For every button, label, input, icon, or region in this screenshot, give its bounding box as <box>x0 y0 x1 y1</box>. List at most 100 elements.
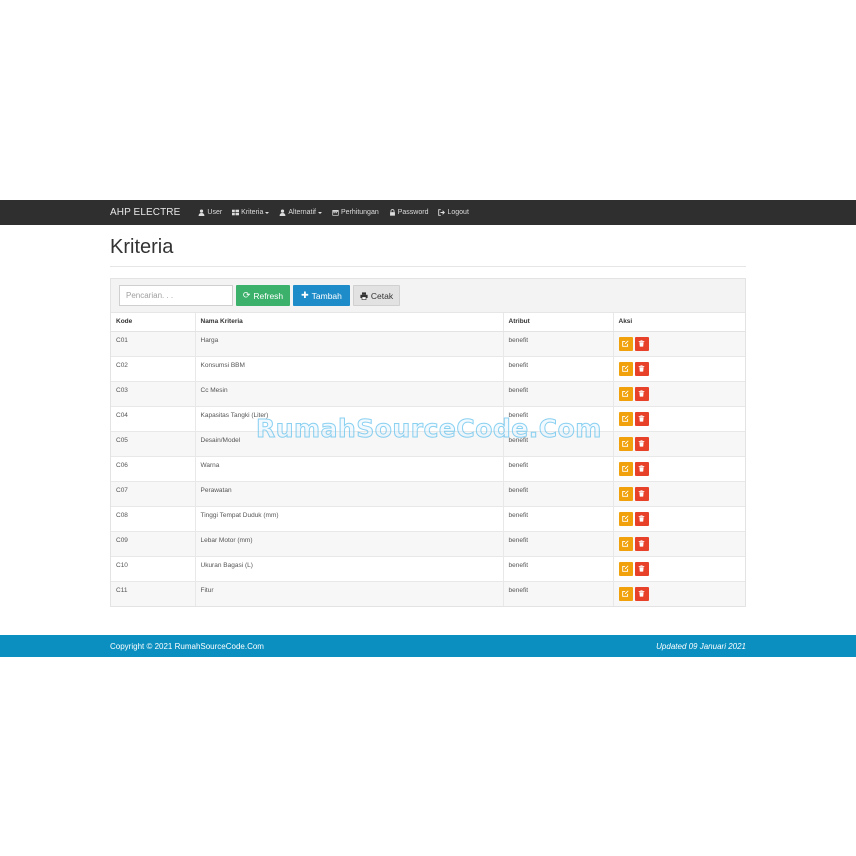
delete-button[interactable] <box>634 536 649 551</box>
cell-aksi <box>612 405 745 431</box>
table-row: C03 Cc Mesin benefit <box>111 380 745 406</box>
edit-icon <box>622 340 629 347</box>
title-divider <box>110 266 746 267</box>
cell-kode: C03 <box>111 380 195 406</box>
edit-icon <box>622 540 629 547</box>
trash-icon <box>638 465 645 472</box>
trash-icon <box>638 365 645 372</box>
edit-button[interactable] <box>618 361 633 376</box>
edit-button[interactable] <box>618 386 633 401</box>
cell-aksi <box>612 580 745 606</box>
cell-kode: C08 <box>111 505 195 531</box>
delete-button[interactable] <box>634 586 649 601</box>
footer-copyright: Copyright © 2021 RumahSourceCode.Com <box>110 641 264 651</box>
table-row: C04 Kapasitas Tangki (Liter) benefit <box>111 405 745 431</box>
toolbar: ⟳ Refresh ✚ Tambah Cetak <box>111 279 745 313</box>
edit-icon <box>622 590 629 597</box>
cell-aksi <box>612 455 745 481</box>
cell-nama-kriteria: Fitur <box>194 580 503 606</box>
trash-icon <box>638 340 645 347</box>
nav-item-user[interactable]: User <box>198 209 222 216</box>
nav-item-kriteria[interactable]: Kriteria <box>232 209 270 216</box>
delete-button[interactable] <box>634 486 649 501</box>
chevron-down-icon <box>265 211 270 214</box>
calendar-icon <box>332 210 339 216</box>
grid-icon <box>232 209 240 216</box>
edit-button[interactable] <box>618 586 633 601</box>
header-nama-kriteria[interactable]: Nama Kriteria <box>194 313 503 332</box>
table-row: C06 Warna benefit <box>111 455 745 481</box>
nav-item-perhitungan[interactable]: Perhitungan <box>332 209 379 216</box>
delete-button[interactable] <box>634 386 649 401</box>
nav-item-logout[interactable]: Logout <box>438 209 469 216</box>
cell-aksi <box>612 330 745 356</box>
edit-button[interactable] <box>618 411 633 426</box>
nav-item-password[interactable]: Password <box>389 209 428 216</box>
cell-atribut: benefit <box>502 530 613 556</box>
delete-button[interactable] <box>634 461 649 476</box>
refresh-button[interactable]: ⟳ Refresh <box>236 285 290 306</box>
lock-icon <box>389 209 395 216</box>
cell-nama-kriteria: Warna <box>194 455 503 481</box>
cell-nama-kriteria: Harga <box>194 330 503 356</box>
edit-button[interactable] <box>618 336 633 351</box>
cell-kode: C09 <box>111 530 195 556</box>
trash-icon <box>638 415 645 422</box>
header-kode[interactable]: Kode <box>111 313 195 332</box>
cell-nama-kriteria: Perawatan <box>194 480 503 506</box>
delete-button[interactable] <box>634 561 649 576</box>
tambah-button[interactable]: ✚ Tambah <box>293 285 350 306</box>
cell-nama-kriteria: Konsumsi BBM <box>194 355 503 381</box>
nav-item-kriteria-label: Kriteria <box>241 209 264 216</box>
cell-aksi <box>612 355 745 381</box>
user-icon <box>198 209 205 216</box>
nav-item-alternatif[interactable]: Alternatif <box>279 209 322 216</box>
header-aksi: Aksi <box>612 313 745 332</box>
trash-icon <box>638 515 645 522</box>
cetak-button-label: Cetak <box>370 290 394 301</box>
cell-nama-kriteria: Desain/Model <box>194 430 503 456</box>
edit-button[interactable] <box>618 561 633 576</box>
cell-atribut: benefit <box>502 480 613 506</box>
cell-kode: C05 <box>111 430 195 456</box>
table-row: C08 Tinggi Tempat Duduk (mm) benefit <box>111 505 745 531</box>
cell-atribut: benefit <box>502 330 613 356</box>
cell-nama-kriteria: Tinggi Tempat Duduk (mm) <box>194 505 503 531</box>
table-row: C01 Harga benefit <box>111 330 745 356</box>
delete-button[interactable] <box>634 411 649 426</box>
nav-item-logout-label: Logout <box>447 209 469 216</box>
plus-icon: ✚ <box>301 290 309 300</box>
cetak-button[interactable]: Cetak <box>353 285 400 306</box>
table-row: C11 Fitur benefit <box>111 580 745 606</box>
edit-icon <box>622 390 629 397</box>
header-atribut[interactable]: Atribut <box>502 313 613 332</box>
table-row: C10 Ukuran Bagasi (L) benefit <box>111 555 745 581</box>
page-title: Kriteria <box>110 236 174 258</box>
cell-atribut: benefit <box>502 355 613 381</box>
chevron-down-icon <box>317 211 322 214</box>
edit-button[interactable] <box>618 436 633 451</box>
delete-button[interactable] <box>634 511 649 526</box>
edit-icon <box>622 490 629 497</box>
table-row: C05 Desain/Model benefit <box>111 430 745 456</box>
table-row: C09 Lebar Motor (mm) benefit <box>111 530 745 556</box>
delete-button[interactable] <box>634 361 649 376</box>
table-header-row: Kode Nama Kriteria Atribut Aksi <box>111 313 745 332</box>
delete-button[interactable] <box>634 336 649 351</box>
cell-atribut: benefit <box>502 455 613 481</box>
nav-item-alternatif-label: Alternatif <box>288 209 316 216</box>
edit-button[interactable] <box>618 536 633 551</box>
brand-link[interactable]: AHP ELECTRE <box>110 207 180 218</box>
search-input[interactable] <box>119 285 233 306</box>
cell-atribut: benefit <box>502 380 613 406</box>
cell-nama-kriteria: Ukuran Bagasi (L) <box>194 555 503 581</box>
delete-button[interactable] <box>634 436 649 451</box>
cell-kode: C06 <box>111 455 195 481</box>
edit-button[interactable] <box>618 461 633 476</box>
cell-aksi <box>612 430 745 456</box>
edit-button[interactable] <box>618 511 633 526</box>
kriteria-panel: ⟳ Refresh ✚ Tambah Cetak Kode Nama Krite… <box>110 278 746 607</box>
cell-aksi <box>612 380 745 406</box>
edit-button[interactable] <box>618 486 633 501</box>
nav-item-user-label: User <box>207 209 223 216</box>
